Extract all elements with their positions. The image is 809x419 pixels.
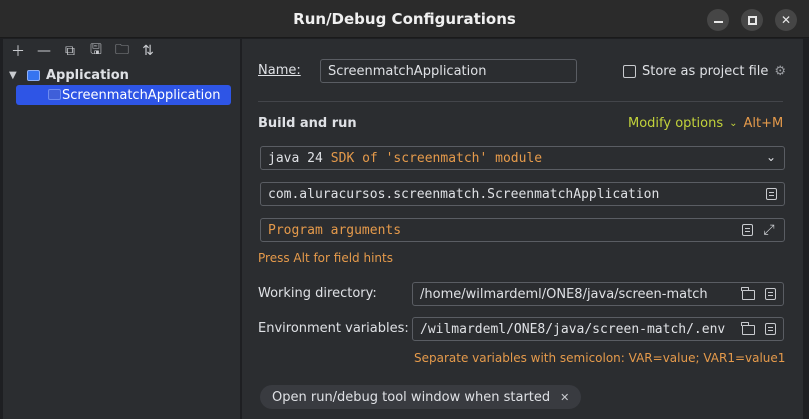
chevron-down-icon[interactable]: ▼ — [9, 70, 23, 81]
save-icon[interactable]: 🖫 — [87, 42, 105, 60]
modify-options-label: Modify options — [628, 116, 724, 131]
env-hint-text: Separate variables with semicolon: VAR=v… — [414, 351, 786, 365]
configurations-tree: ▼ Application ScreenmatchApplication — [3, 65, 241, 105]
close-button[interactable]: ✕ — [775, 9, 797, 31]
jdk-select[interactable]: java 24 SDK of 'screenmatch' module ⌄ — [260, 146, 785, 170]
move-to-folder-icon[interactable]: 🗀 — [113, 42, 131, 60]
jdk-module-label: SDK of 'screenmatch' module — [330, 150, 543, 166]
application-icon — [27, 69, 40, 81]
maximize-icon — [747, 15, 757, 25]
sidebar-toolbar: ＋ — ⧉ 🖫 🗀 ⇅ — [3, 39, 240, 63]
environment-variables-value: /wilmardeml/ONE8/java/screen-match/.env — [420, 321, 726, 337]
field-hints-text: Press Alt for field hints — [258, 251, 393, 265]
insert-macro-icon[interactable] — [763, 287, 777, 301]
edit-env-icon[interactable] — [763, 322, 777, 336]
configuration-editor: Name: ScreenmatchApplication Store as pr… — [242, 39, 803, 419]
tree-item-label: ScreenmatchApplication — [62, 87, 221, 103]
application-icon — [48, 89, 61, 100]
environment-variables-label: Environment variables: — [258, 321, 409, 336]
modify-options-link[interactable]: Modify options ⌄ Alt+M — [628, 116, 783, 131]
program-arguments-placeholder: Program arguments — [268, 222, 402, 238]
jdk-version: java 24 — [268, 150, 323, 166]
chip-label: Open run/debug tool window when started — [272, 389, 551, 405]
browse-class-icon[interactable] — [764, 187, 778, 201]
copy-icon[interactable]: ⧉ — [61, 42, 79, 60]
store-as-project-label: Store as project file — [642, 64, 769, 79]
minimize-button[interactable] — [707, 9, 729, 31]
maximize-button[interactable] — [741, 9, 763, 31]
chevron-down-icon[interactable]: ⌄ — [766, 150, 776, 164]
tree-item-label: Application — [46, 67, 129, 83]
name-label: Name: — [258, 63, 301, 78]
insert-macro-icon[interactable] — [740, 223, 754, 237]
minimize-icon — [713, 21, 723, 23]
close-icon[interactable]: ✕ — [560, 391, 569, 404]
open-tool-window-chip[interactable]: Open run/debug tool window when started … — [260, 385, 582, 409]
window-title: Run/Debug Configurations — [293, 10, 516, 28]
add-icon[interactable]: ＋ — [9, 42, 27, 60]
working-directory-value: /home/wilmardeml/ONE8/java/screen-match — [420, 286, 708, 302]
title-bar: Run/Debug Configurations ✕ — [0, 0, 809, 38]
store-as-project-checkbox[interactable] — [623, 65, 636, 78]
build-run-heading: Build and run — [258, 116, 357, 131]
working-directory-field[interactable]: /home/wilmardeml/ONE8/java/screen-match — [412, 282, 784, 306]
environment-variables-field[interactable]: /wilmardeml/ONE8/java/screen-match/.env — [412, 317, 784, 341]
name-field[interactable]: ScreenmatchApplication — [320, 59, 577, 83]
sort-icon[interactable]: ⇅ — [139, 42, 157, 60]
modify-options-shortcut: Alt+M — [743, 116, 784, 131]
folder-icon[interactable] — [741, 287, 755, 301]
expand-icon[interactable]: ⤢ — [762, 222, 776, 238]
store-as-project-file[interactable]: Store as project file ⚙ — [623, 64, 786, 79]
working-directory-label: Working directory: — [258, 286, 377, 301]
main-class-field[interactable]: com.aluracursos.screenmatch.ScreenmatchA… — [260, 182, 785, 206]
divider — [258, 101, 783, 102]
close-icon: ✕ — [780, 13, 792, 27]
main-class-value: com.aluracursos.screenmatch.ScreenmatchA… — [268, 186, 660, 202]
chevron-down-icon: ⌄ — [729, 118, 738, 129]
configurations-sidebar: ＋ — ⧉ 🖫 🗀 ⇅ ▼ Application ScreenmatchApp… — [3, 39, 241, 419]
tree-item-application[interactable]: ▼ Application — [3, 65, 241, 85]
folder-icon[interactable] — [741, 322, 755, 336]
gear-icon[interactable]: ⚙ — [774, 64, 786, 79]
program-arguments-field[interactable]: Program arguments ⤢ — [260, 218, 785, 242]
remove-icon[interactable]: — — [35, 42, 53, 60]
tree-item-screenmatch-application[interactable]: ScreenmatchApplication — [16, 85, 231, 105]
